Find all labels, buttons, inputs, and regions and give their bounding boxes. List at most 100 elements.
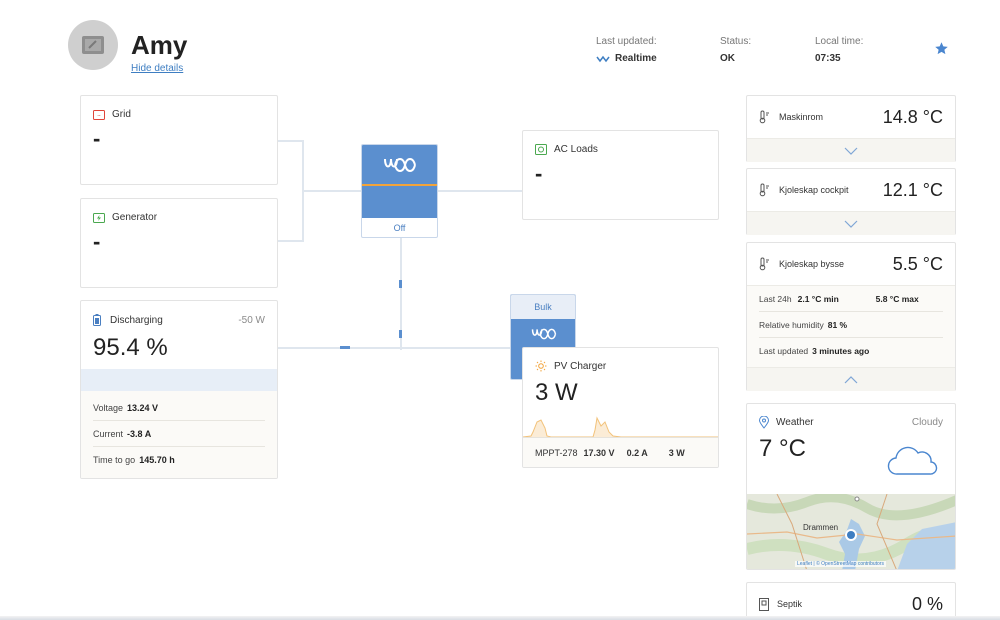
grid-icon: ~ <box>93 109 105 120</box>
grid-connector <box>277 140 304 142</box>
weather-map[interactable]: Drammen Leaflet | © OpenStreetMap contri… <box>747 494 955 569</box>
inverter-state: Off <box>393 223 406 233</box>
generator-card[interactable]: Generator - <box>80 198 278 288</box>
dc-bus-line <box>277 347 522 349</box>
weather-title: Weather <box>776 417 814 428</box>
sensor-details: Last 24h 2.1 °C min 5.8 °C max Relative … <box>747 285 955 367</box>
inverter-input-line <box>302 190 362 192</box>
flow-dot <box>399 280 402 288</box>
sensor-name: Kjoleskap bysse <box>779 259 845 269</box>
pv-charger-card[interactable]: PV Charger 3 W MPPT-278 17.30 V 0.2 A 3 … <box>522 347 719 468</box>
battery-voltage-row: Voltage 13.24 V <box>93 395 265 421</box>
device-icon <box>82 36 104 54</box>
chevron-up-icon <box>844 375 858 383</box>
site-title: Amy <box>131 30 188 60</box>
battery-details: Voltage 13.24 V Current -3.8 A Time to g… <box>81 391 277 478</box>
pv-device-name: MPPT-278 <box>535 447 578 458</box>
chevron-down-icon <box>844 147 858 155</box>
ac-loads-card[interactable]: AC Loads - <box>522 130 719 220</box>
updated-value: 3 minutes ago <box>812 346 870 356</box>
expand-toggle[interactable] <box>747 138 955 162</box>
thermometer-icon <box>759 183 769 197</box>
current-label: Current <box>93 428 124 439</box>
status-value: OK <box>720 53 735 64</box>
map-city-label: Drammen <box>803 523 839 532</box>
collapse-toggle[interactable] <box>747 367 955 391</box>
local-time-label: Local time: <box>815 36 864 47</box>
ac-loads-icon <box>535 144 547 155</box>
cloud-icon <box>887 446 938 475</box>
sensor-card-cockpit[interactable]: Kjoleskap cockpit 12.1 °C <box>746 168 956 235</box>
tank-name: Septik <box>777 599 803 609</box>
voltage-label: Voltage <box>93 402 124 413</box>
sensor-card-bysse[interactable]: Kjoleskap bysse 5.5 °C Last 24h 2.1 °C m… <box>746 242 956 391</box>
generator-connector <box>277 240 304 242</box>
window-bottom-edge <box>0 616 1000 620</box>
weather-condition: Cloudy <box>911 417 943 428</box>
weather-card[interactable]: Weather Cloudy 7 °C Drammen Leaflet | © … <box>746 403 956 570</box>
last24-max: 5.8 °C max <box>875 293 919 304</box>
tank-level: 0 % <box>911 593 943 614</box>
updated-row: Last updated 3 minutes ago <box>759 338 943 364</box>
battery-soc: 95.4 % <box>93 334 168 361</box>
pv-history-sparkline <box>523 416 718 438</box>
last24-min: 2.1 °C min <box>797 293 839 304</box>
flow-dot <box>340 346 350 349</box>
sensor-card-maskinrom[interactable]: Maskinrom 14.8 °C <box>746 95 956 162</box>
updated-label: Last updated <box>759 346 809 356</box>
grid-card[interactable]: ~ Grid - <box>80 95 278 185</box>
last-updated-value: Realtime <box>615 53 657 64</box>
ac-loads-value: - <box>535 161 543 186</box>
inverter-block[interactable]: Off <box>361 144 438 238</box>
grid-value: - <box>93 126 101 151</box>
realtime-icon <box>596 55 610 62</box>
ac-loads-line <box>437 190 523 192</box>
generator-icon <box>93 212 105 223</box>
battery-icon <box>93 314 101 326</box>
chevron-down-icon <box>844 220 858 228</box>
svg-text:~: ~ <box>97 114 101 119</box>
hide-details-link[interactable]: Hide details <box>131 63 183 74</box>
current-value: -3.8 A <box>127 428 152 439</box>
sensor-value: 14.8 °C <box>882 106 943 127</box>
battery-current-row: Current -3.8 A <box>93 421 265 447</box>
pv-current: 0.2 A <box>626 447 648 458</box>
time-to-go-value: 145.70 h <box>139 455 175 465</box>
favorite-star-icon[interactable] <box>934 41 949 56</box>
last-updated-label: Last updated: <box>596 36 657 47</box>
humidity-value: 81 % <box>827 319 848 330</box>
pv-title: PV Charger <box>554 360 607 372</box>
battery-card[interactable]: Discharging -50 W 95.4 % Voltage 13.24 V… <box>80 300 278 479</box>
victron-logo-icon <box>384 158 416 172</box>
thermometer-icon <box>759 110 769 124</box>
tank-icon <box>759 597 769 611</box>
location-pin-icon <box>759 416 769 429</box>
generator-title: Generator <box>112 212 158 223</box>
status: Status: OK <box>720 36 751 64</box>
sensor-value: 5.5 °C <box>892 253 943 274</box>
tank-card-septik[interactable]: Septik 0 % <box>746 582 956 620</box>
last24-row: Last 24h 2.1 °C min 5.8 °C max <box>759 286 943 312</box>
battery-state: Discharging <box>110 314 163 326</box>
battery-power: -50 W <box>238 314 265 326</box>
sensor-name: Maskinrom <box>779 112 824 122</box>
inverter-status-stripe <box>362 184 437 186</box>
thermometer-icon <box>759 257 769 271</box>
pv-value: 3 W <box>535 379 578 406</box>
expand-toggle[interactable] <box>747 211 955 235</box>
battery-level-bar <box>81 369 277 391</box>
last24-label: Last 24h <box>759 293 792 304</box>
local-time-value: 07:35 <box>815 53 841 64</box>
status-label: Status: <box>720 36 752 47</box>
humidity-label: Relative humidity <box>759 319 824 330</box>
pv-voltage: 17.30 V <box>583 447 615 458</box>
sensor-name: Kjoleskap cockpit <box>779 185 849 195</box>
map-attribution[interactable]: Leaflet | © OpenStreetMap contributors <box>795 561 886 567</box>
grid-title: Grid <box>112 109 131 120</box>
pv-power: 3 W <box>668 447 685 458</box>
voltage-value: 13.24 V <box>127 402 159 413</box>
sun-icon <box>535 360 547 372</box>
mppt-state: Bulk <box>511 295 575 319</box>
ac-loads-title: AC Loads <box>554 144 598 155</box>
victron-logo-icon <box>531 328 557 340</box>
